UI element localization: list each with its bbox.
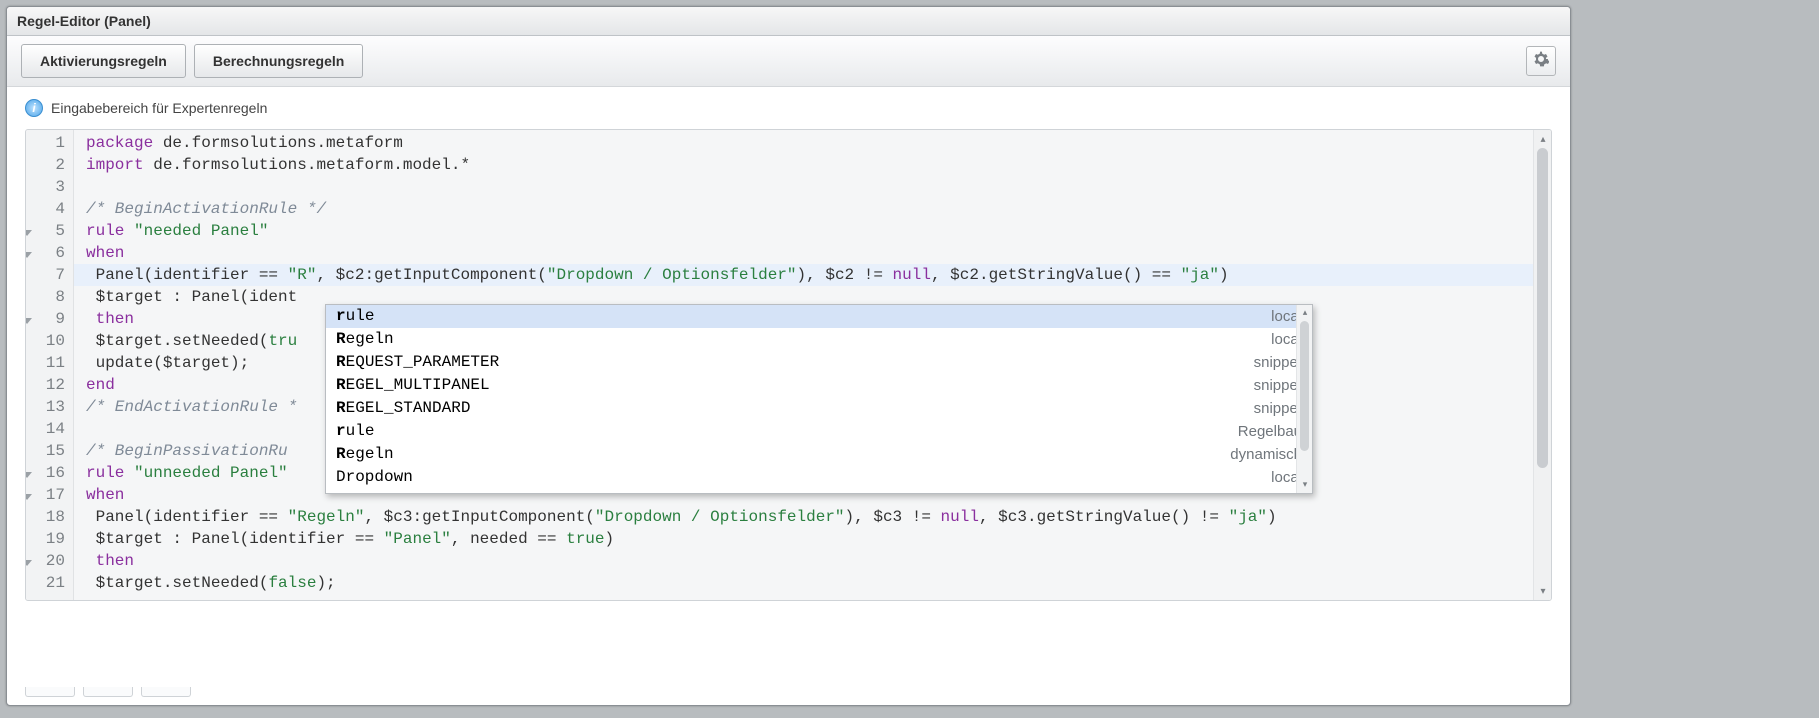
button-stub — [83, 687, 133, 697]
autocomplete-popup[interactable]: rulelocalRegelnlocalREQUEST_PARAMETERsni… — [325, 304, 1313, 494]
button-stub — [25, 687, 75, 697]
autocomplete-item[interactable]: REGEL_STANDARD snippet — [326, 397, 1312, 420]
window-title: Regel-Editor (Panel) — [17, 13, 151, 29]
line-gutter: 123456789101112131415161718192021 — [26, 130, 74, 600]
toolbar: Aktivierungsregeln Berechnungsregeln — [7, 36, 1570, 87]
settings-button[interactable] — [1526, 46, 1556, 76]
autocomplete-item[interactable]: Dropdownlocal — [326, 466, 1312, 489]
autocomplete-label: Regeln — [336, 330, 394, 349]
code-line[interactable]: package de.formsolutions.metaform — [74, 132, 1551, 154]
autocomplete-kind: snippet — [1254, 353, 1302, 372]
code-line[interactable]: Panel(identifier == "Regeln", $c3:getInp… — [74, 506, 1551, 528]
scroll-thumb[interactable] — [1300, 321, 1309, 451]
editor-vertical-scrollbar[interactable]: ▴ ▾ — [1533, 130, 1551, 600]
bottom-button-stubs — [25, 687, 191, 697]
code-line[interactable]: Panel(identifier == "R", $c2:getInputCom… — [74, 264, 1551, 286]
scroll-down-icon[interactable]: ▾ — [1297, 477, 1313, 493]
scroll-up-icon[interactable]: ▴ — [1297, 305, 1313, 321]
info-row: i Eingabebereich für Expertenregeln — [7, 87, 1570, 125]
autocomplete-label: Dropdown — [336, 468, 413, 487]
code-line[interactable]: /* BeginActivationRule */ — [74, 198, 1551, 220]
info-icon: i — [25, 99, 43, 117]
autocomplete-kind: snippet — [1254, 376, 1302, 395]
code-line[interactable]: then — [74, 550, 1551, 572]
autocomplete-label: REQUEST_PARAMETER — [336, 353, 499, 372]
button-stub — [141, 687, 191, 697]
autocomplete-scrollbar[interactable]: ▴ ▾ — [1296, 305, 1312, 493]
autocomplete-item[interactable]: Regelnlocal — [326, 328, 1312, 351]
scroll-down-icon[interactable]: ▾ — [1534, 582, 1552, 600]
autocomplete-kind: dynamisch — [1230, 445, 1302, 464]
autocomplete-label: rule — [336, 422, 374, 441]
code-line[interactable]: import de.formsolutions.metaform.model.* — [74, 154, 1551, 176]
scroll-thumb[interactable] — [1537, 148, 1548, 468]
autocomplete-kind: Regelbau — [1238, 422, 1302, 441]
autocomplete-item[interactable]: REGEL_MULTIPANEL snippet — [326, 374, 1312, 397]
tab-activation-rules[interactable]: Aktivierungsregeln — [21, 44, 186, 78]
autocomplete-label: Regeln — [336, 445, 394, 464]
autocomplete-item[interactable]: rule Regelbau — [326, 420, 1312, 443]
autocomplete-kind: snippet — [1254, 399, 1302, 418]
code-line[interactable]: $target.setNeeded(false); — [74, 572, 1551, 594]
autocomplete-label: REGEL_STANDARD — [336, 399, 470, 418]
tab-calculation-rules[interactable]: Berechnungsregeln — [194, 44, 363, 78]
autocomplete-label: rule — [336, 307, 374, 326]
code-line[interactable]: rule "needed Panel" — [74, 220, 1551, 242]
rule-editor-window: Regel-Editor (Panel) Aktivierungsregeln … — [6, 6, 1571, 706]
info-text: Eingabebereich für Expertenregeln — [51, 100, 267, 116]
gear-icon — [1533, 51, 1549, 72]
autocomplete-label: REGEL_MULTIPANEL — [336, 376, 490, 395]
code-line[interactable]: $target : Panel(identifier == "Panel", n… — [74, 528, 1551, 550]
code-line[interactable] — [74, 176, 1551, 198]
autocomplete-item[interactable]: rulelocal — [326, 305, 1312, 328]
autocomplete-item[interactable]: Regeln dynamisch — [326, 443, 1312, 466]
autocomplete-item[interactable]: REQUEST_PARAMETER snippet — [326, 351, 1312, 374]
scroll-up-icon[interactable]: ▴ — [1534, 130, 1552, 148]
window-titlebar: Regel-Editor (Panel) — [7, 7, 1570, 36]
code-line[interactable]: when — [74, 242, 1551, 264]
